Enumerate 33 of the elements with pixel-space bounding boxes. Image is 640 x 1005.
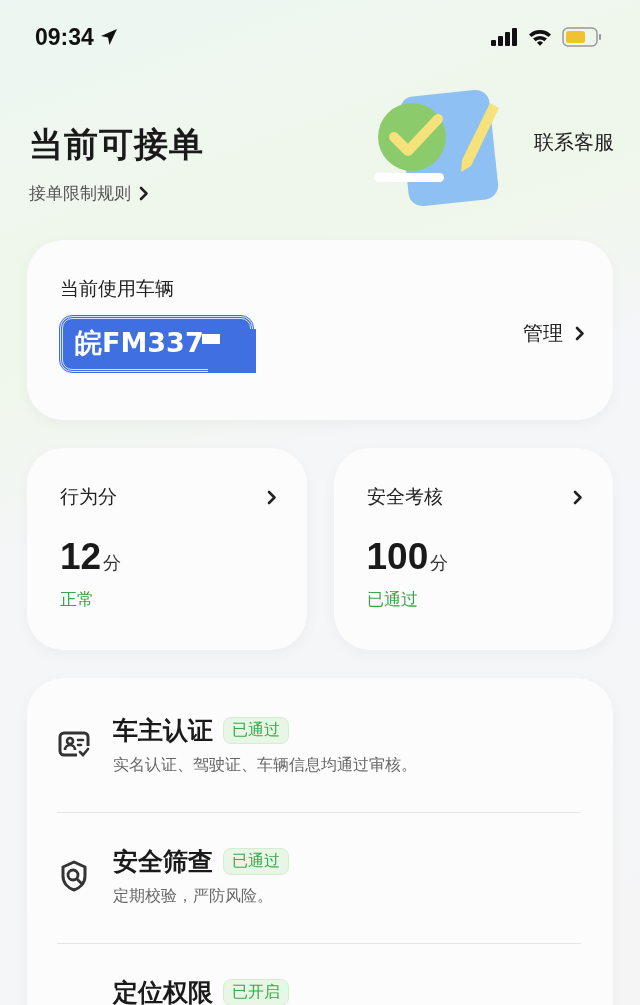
score-title: 行为分	[60, 484, 117, 509]
clock-time: 09:34	[35, 23, 94, 51]
chevron-right-icon	[573, 489, 583, 505]
check-title: 车主认证	[113, 715, 213, 747]
id-card-icon	[57, 730, 91, 760]
check-description: 定期校验，严防风险。	[113, 886, 274, 907]
status-badge: 已开启	[223, 979, 289, 1005]
score-value: 12	[60, 536, 102, 578]
chevron-right-icon	[266, 489, 277, 505]
shield-search-icon	[59, 860, 89, 892]
check-title: 安全筛查	[113, 846, 213, 878]
location-arrow-icon	[99, 28, 118, 46]
vehicle-label: 当前使用车辆	[60, 276, 175, 301]
score-unit: 分	[103, 551, 122, 575]
score-status: 已通过	[366, 588, 419, 611]
contact-service-link[interactable]: 联系客服	[534, 128, 614, 156]
score-status: 正常	[60, 588, 95, 611]
manage-link[interactable]: 管理	[523, 319, 585, 347]
license-plate: 皖FM337	[60, 316, 253, 372]
rules-link[interactable]: 接单限制规则	[29, 181, 149, 205]
status-badge: 已通过	[223, 848, 289, 875]
check-title: 定位权限	[113, 977, 213, 1005]
check-description: 实名认证、驾驶证、车辆信息均通过审核。	[113, 755, 417, 776]
wifi-icon	[528, 28, 552, 46]
status-badge: 已通过	[223, 717, 289, 744]
score-unit: 分	[430, 551, 449, 575]
page-title: 当前可接单	[29, 122, 205, 166]
signal-icon	[491, 28, 518, 46]
chevron-right-icon	[575, 325, 585, 341]
score-value: 100	[366, 536, 429, 578]
battery-icon	[562, 27, 602, 47]
chevron-right-icon	[139, 185, 149, 201]
score-title: 安全考核	[366, 484, 443, 509]
